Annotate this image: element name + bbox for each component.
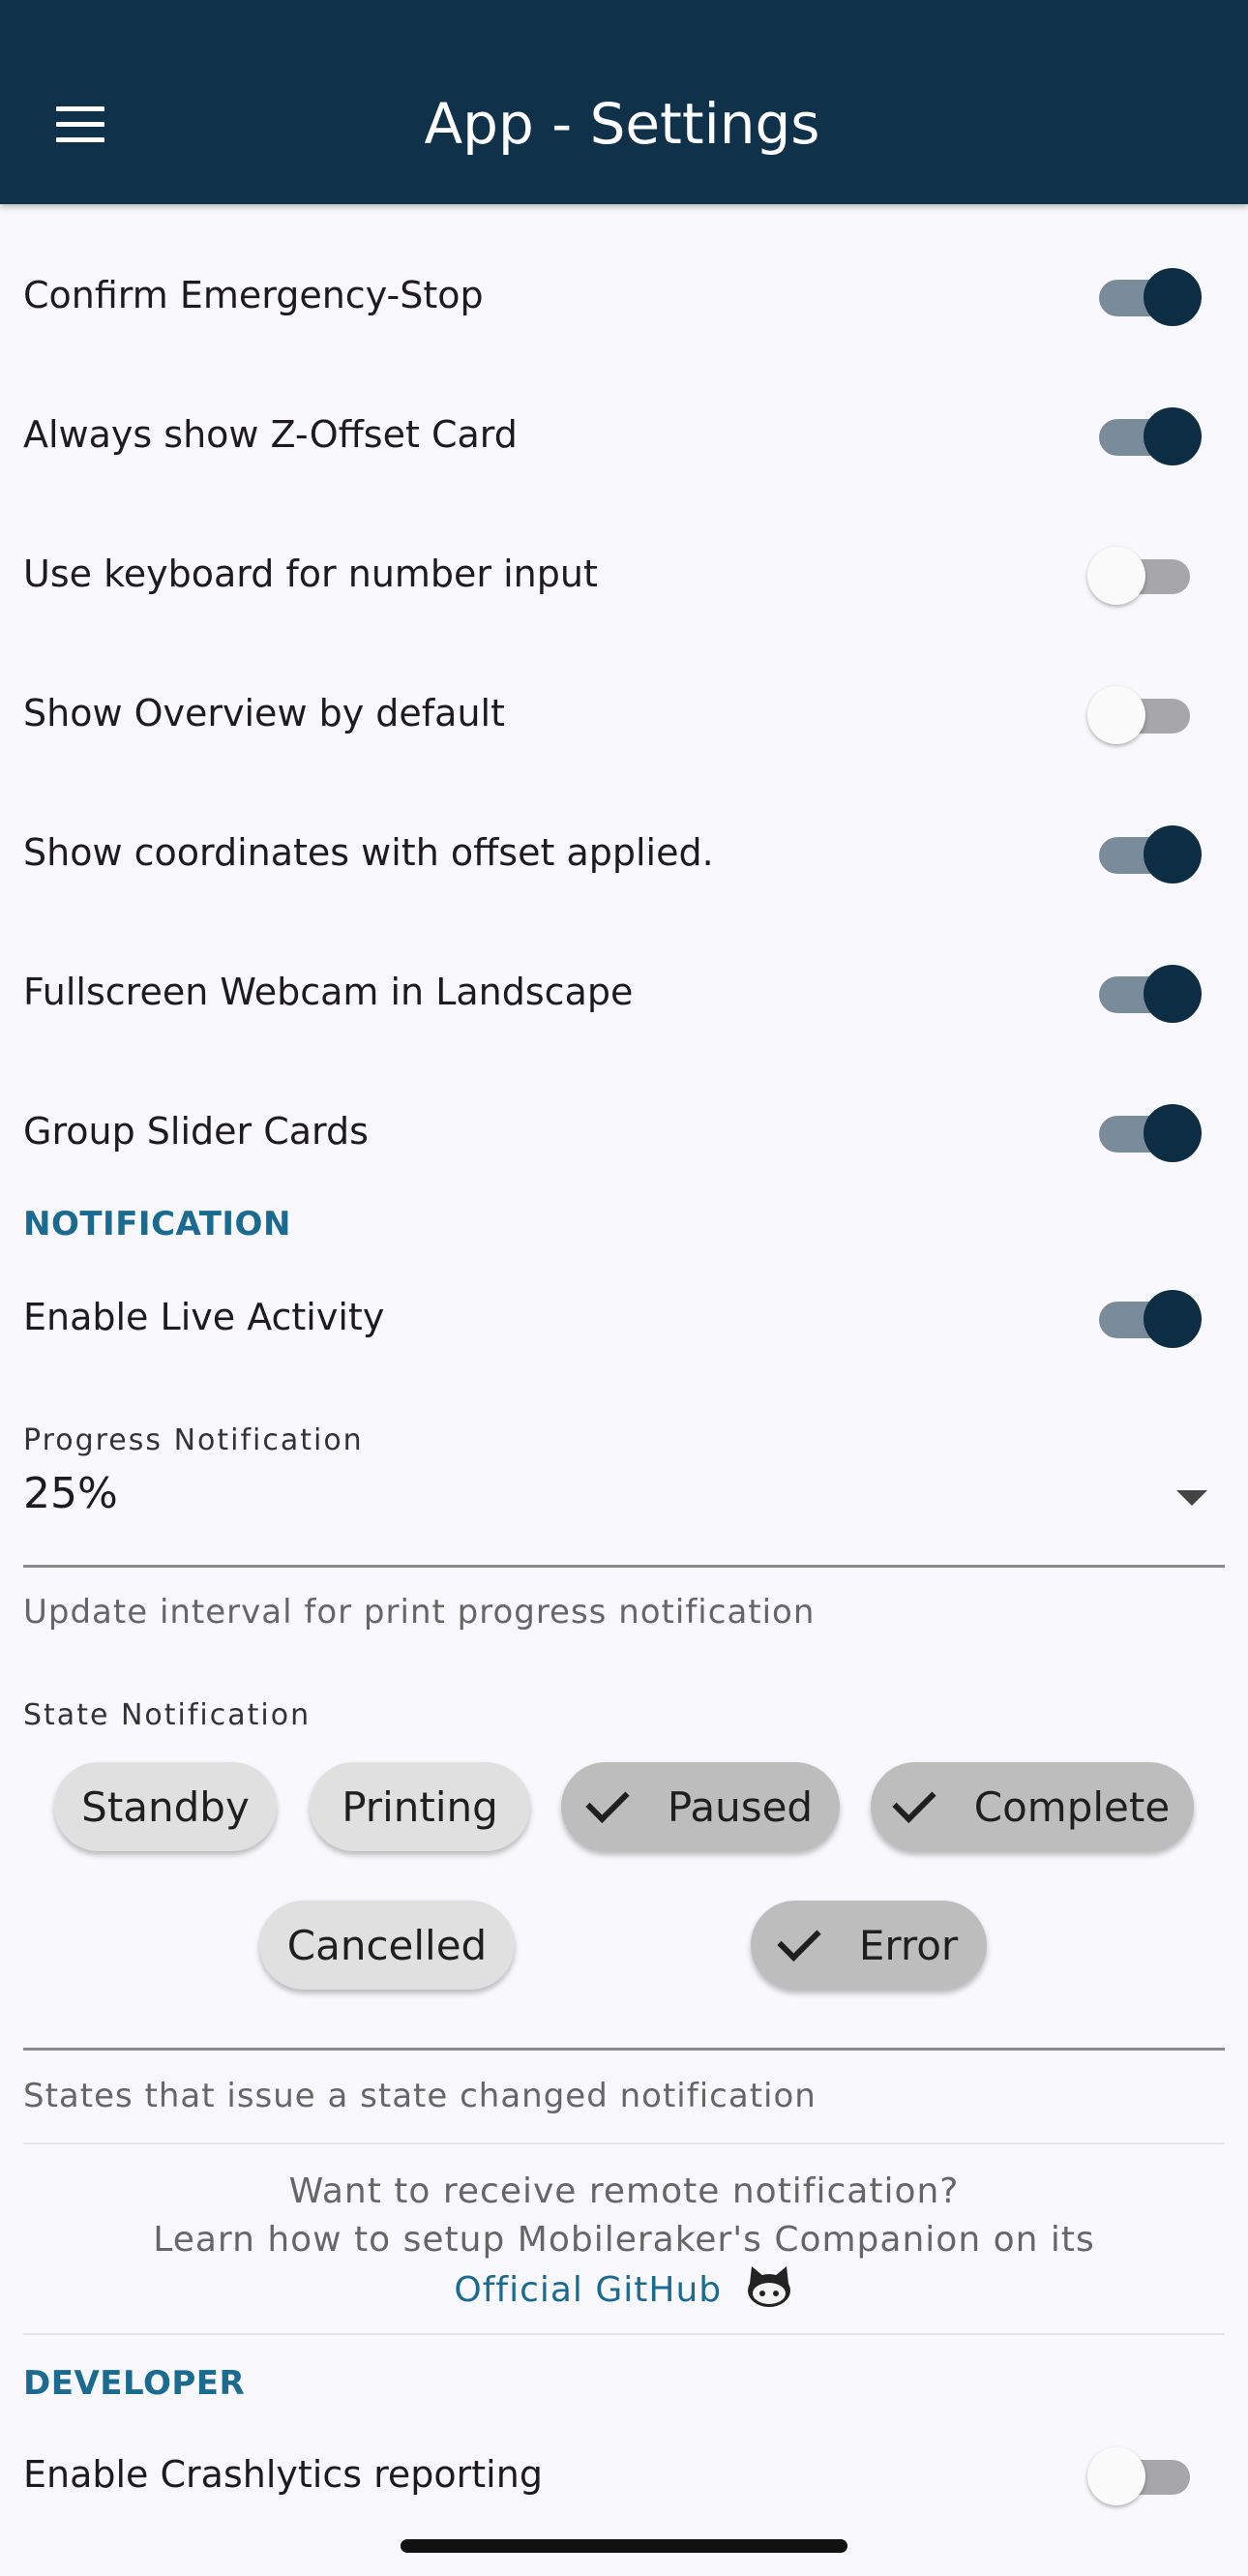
app-bar: App - Settings <box>0 0 1248 204</box>
progress-notification-label: Progress Notification <box>23 1423 364 1457</box>
state-notification-underline <box>23 2048 1225 2051</box>
setting-label: Show coordinates with offset applied. <box>23 831 714 874</box>
chip-label: Error <box>858 1921 959 1969</box>
setting-row-keyboard-number-input[interactable]: Use keyboard for number input <box>0 504 1248 644</box>
remote-line-1: Want to receive remote notification? <box>288 2172 960 2211</box>
chip-label: Complete <box>973 1782 1171 1831</box>
official-github-link[interactable]: Official GitHub <box>454 2270 722 2310</box>
setting-label: Always show Z-Offset Card <box>23 413 518 456</box>
remote-notification-info: Want to receive remote notification? Lea… <box>0 2168 1248 2315</box>
setting-label: Confirm Emergency-Stop <box>23 274 484 316</box>
state-notification-helper: States that issue a state changed notifi… <box>23 2077 817 2115</box>
setting-row-z-offset-card[interactable]: Always show Z-Offset Card <box>0 365 1248 504</box>
setting-label: Enable Crashlytics reporting <box>23 2453 543 2496</box>
dropdown-arrow-icon[interactable] <box>1176 1490 1207 1506</box>
progress-notification-value[interactable]: 25% <box>23 1469 118 1518</box>
progress-notification-helper: Update interval for print progress notif… <box>23 1593 816 1632</box>
live-activity-toggle[interactable] <box>1087 1290 1202 1348</box>
crashlytics-toggle[interactable] <box>1087 2447 1198 2505</box>
setting-row-fullscreen-webcam[interactable]: Fullscreen Webcam in Landscape <box>0 922 1248 1062</box>
setting-label: Use keyboard for number input <box>23 553 598 595</box>
divider <box>23 2333 1225 2335</box>
setting-row-live-activity[interactable]: Enable Live Activity <box>0 1247 1248 1387</box>
coordinates-offset-toggle[interactable] <box>1087 825 1202 884</box>
keyboard-number-input-toggle[interactable] <box>1087 547 1198 605</box>
chip-standby[interactable]: Standby <box>54 1762 277 1851</box>
setting-row-confirm-emergency-stop[interactable]: Confirm Emergency-Stop <box>0 225 1248 365</box>
chip-printing[interactable]: Printing <box>310 1762 530 1851</box>
page-title: App - Settings <box>424 91 820 157</box>
setting-label: Group Slider Cards <box>23 1110 369 1153</box>
check-icon <box>585 1779 630 1823</box>
setting-row-group-slider-cards[interactable]: Group Slider Cards <box>0 1062 1248 1201</box>
chip-label: Paused <box>667 1782 814 1831</box>
check-icon <box>777 1917 821 1962</box>
chip-complete[interactable]: Complete <box>871 1762 1194 1851</box>
chip-label: Printing <box>342 1782 498 1831</box>
group-slider-cards-toggle[interactable] <box>1087 1104 1202 1162</box>
setting-label: Enable Live Activity <box>23 1296 385 1338</box>
z-offset-card-toggle[interactable] <box>1087 407 1202 465</box>
chip-label: Cancelled <box>286 1921 488 1969</box>
chip-cancelled[interactable]: Cancelled <box>259 1901 515 1990</box>
setting-label: Show Overview by default <box>23 692 505 734</box>
chip-error[interactable]: Error <box>751 1901 987 1990</box>
chip-paused[interactable]: Paused <box>561 1762 840 1851</box>
setting-row-crashlytics[interactable]: Enable Crashlytics reporting <box>0 2405 1248 2544</box>
setting-label: Fullscreen Webcam in Landscape <box>23 971 634 1013</box>
dropdown-underline <box>23 1565 1225 1568</box>
section-header-notification: NOTIFICATION <box>23 1205 291 1243</box>
github-icon[interactable] <box>744 2264 794 2309</box>
remote-line-2: Learn how to setup Mobileraker's Compani… <box>153 2220 1095 2260</box>
check-icon <box>892 1779 936 1823</box>
chip-label: Standby <box>81 1782 250 1831</box>
confirm-emergency-stop-toggle[interactable] <box>1087 268 1202 326</box>
setting-row-coordinates-offset[interactable]: Show coordinates with offset applied. <box>0 783 1248 922</box>
divider <box>23 2142 1225 2144</box>
section-header-developer: DEVELOPER <box>23 2364 246 2403</box>
overview-default-toggle[interactable] <box>1087 686 1198 744</box>
home-indicator[interactable] <box>401 2539 847 2553</box>
setting-row-overview-default[interactable]: Show Overview by default <box>0 644 1248 783</box>
fullscreen-webcam-toggle[interactable] <box>1087 965 1202 1023</box>
state-notification-label: State Notification <box>23 1698 312 1732</box>
